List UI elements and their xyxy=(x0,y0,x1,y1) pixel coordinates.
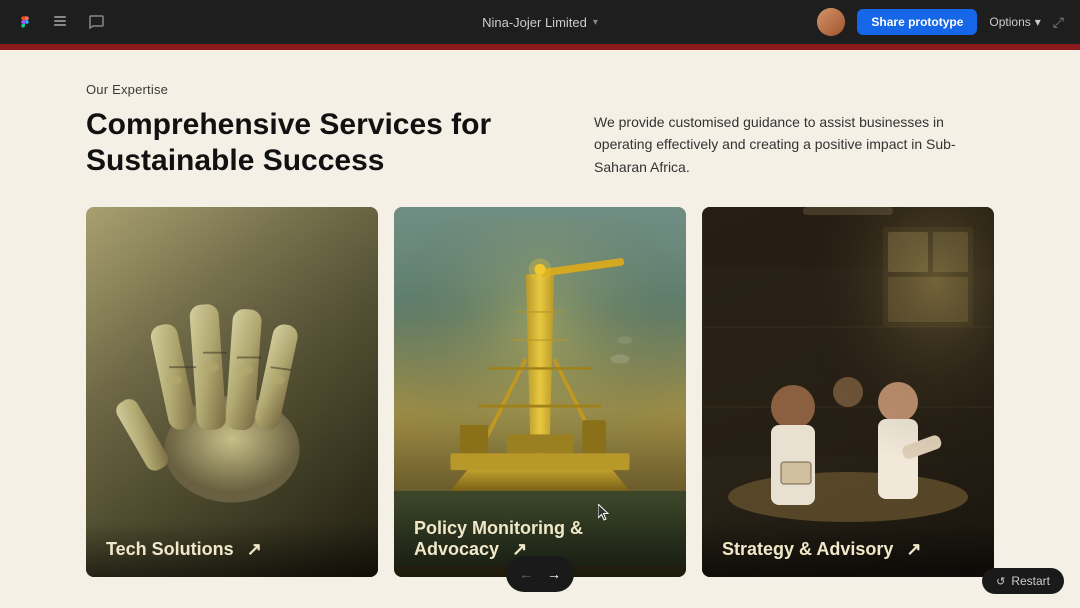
restart-button[interactable]: ↺ Restart xyxy=(982,568,1064,594)
options-button[interactable]: Options ▾ xyxy=(989,15,1040,29)
robot-hand-svg xyxy=(86,227,378,517)
topbar-left xyxy=(16,12,106,32)
restart-label: Restart xyxy=(1011,574,1050,588)
comment-icon[interactable] xyxy=(86,12,106,32)
figma-logo-icon xyxy=(16,13,34,31)
card-2-title: Policy Monitoring & Advocacy ↗ xyxy=(414,518,666,561)
topbar-right: Share prototype Options ▾ ⤢ xyxy=(817,8,1064,36)
section-label: Our Expertise xyxy=(86,82,994,97)
share-prototype-button[interactable]: Share prototype xyxy=(857,9,977,35)
header-row: Comprehensive Services for Sustainable S… xyxy=(86,107,994,179)
topbar: Nina-Jojer Limited ▾ Share prototype Opt… xyxy=(0,0,1080,44)
description: We provide customised guidance to assist… xyxy=(594,107,994,178)
project-title: Nina-Jojer Limited xyxy=(482,15,587,30)
topbar-title: Nina-Jojer Limited ▾ xyxy=(482,15,598,30)
card-1-title: Tech Solutions ↗ xyxy=(106,539,262,561)
card-policy-monitoring[interactable]: Policy Monitoring & Advocacy ↗ xyxy=(394,207,686,577)
avatar-image xyxy=(817,8,845,36)
card-3-label: Strategy & Advisory ↗ xyxy=(702,523,994,577)
card-strategy-advisory[interactable]: Strategy & Advisory ↗ xyxy=(702,207,994,577)
layers-icon[interactable] xyxy=(50,12,70,32)
title-chevron-icon: ▾ xyxy=(593,17,598,28)
card-3-title: Strategy & Advisory ↗ xyxy=(722,539,922,561)
expand-icon[interactable]: ⤢ xyxy=(1053,14,1064,31)
next-button[interactable]: → xyxy=(540,560,568,588)
avatar xyxy=(817,8,845,36)
restart-icon: ↺ xyxy=(996,575,1005,588)
card-1-arrow-icon: ↗ xyxy=(247,539,262,561)
card-1-label: Tech Solutions ↗ xyxy=(86,523,378,577)
main-heading: Comprehensive Services for Sustainable S… xyxy=(86,107,491,179)
card-tech-solutions[interactable]: Tech Solutions ↗ xyxy=(86,207,378,577)
card-3-arrow-icon: ↗ xyxy=(906,539,921,561)
cards-row: Tech Solutions ↗ xyxy=(86,207,994,577)
nav-controls: ← → xyxy=(506,556,574,592)
prev-button[interactable]: ← xyxy=(512,560,540,588)
main-content: Our Expertise Comprehensive Services for… xyxy=(0,50,1080,608)
meeting-room-svg xyxy=(702,207,994,577)
